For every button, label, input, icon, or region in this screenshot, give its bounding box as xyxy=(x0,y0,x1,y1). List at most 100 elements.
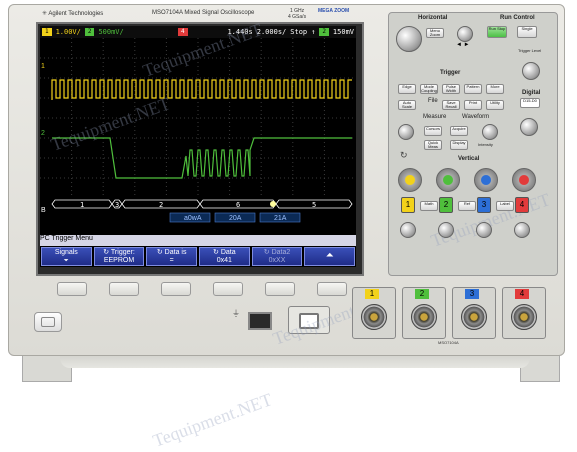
softkey-data[interactable]: ↻ Data 0x41 xyxy=(199,247,250,266)
ch3-bnc-connector[interactable] xyxy=(461,304,487,330)
ch3-button[interactable]: 3 xyxy=(477,197,491,213)
softkey-data2[interactable]: ↻ Data2 0xXX xyxy=(251,247,303,266)
trigger-icon: ↑ xyxy=(311,28,316,36)
ch4-button[interactable]: 4 xyxy=(515,197,529,213)
serial-bus-decode: 1 3 2 6 5 a0wA 20A 21A xyxy=(51,199,353,223)
usb-port[interactable] xyxy=(248,312,272,330)
edge-button[interactable]: Edge xyxy=(398,84,416,94)
softkey-trigger[interactable]: ↻ Trigger: EEPROM xyxy=(93,247,145,266)
ch2-scale-knob[interactable] xyxy=(436,168,460,192)
trigger-channel: 2 xyxy=(319,28,329,36)
run-control-label: Run Control xyxy=(500,15,535,21)
ch3-position-knob[interactable] xyxy=(476,222,492,238)
refresh-icon: ↻ xyxy=(400,150,408,160)
label-button[interactable]: Label xyxy=(496,201,514,211)
ch1-button[interactable]: 1 xyxy=(401,197,415,213)
trigger-level-label: Trigger Level xyxy=(518,48,542,53)
ch4-position-knob[interactable] xyxy=(514,222,530,238)
hw-softkey-6[interactable] xyxy=(317,282,347,296)
ch1-position-knob[interactable] xyxy=(400,222,416,238)
d15-d0-button[interactable]: D15-D0 xyxy=(520,98,540,108)
softkey-menu: Signals ⏷ ↻ Trigger: EEPROM ↻ Data is = ↻ D… xyxy=(40,246,356,267)
file-label: File xyxy=(428,98,438,104)
horizontal-label: Horizontal xyxy=(418,15,448,21)
ch2-bnc-connector[interactable] xyxy=(411,304,437,330)
ch3-scale-knob[interactable] xyxy=(474,168,498,192)
bus-segment-label: 3 xyxy=(115,201,119,209)
print-button[interactable]: Print xyxy=(464,100,482,110)
ch1-trace xyxy=(51,79,352,100)
auto-scale-button[interactable]: Auto Scale xyxy=(398,100,416,110)
digital-label: Digital xyxy=(522,90,541,96)
bus-decode-label: 20A xyxy=(229,215,242,222)
horizontal-position-knob[interactable] xyxy=(457,26,473,42)
single-button[interactable]: Single xyxy=(517,26,537,38)
save-recall-button[interactable]: Save Recall xyxy=(442,100,460,110)
display-button[interactable]: Display xyxy=(450,140,468,150)
bus-segment-label: 5 xyxy=(312,201,316,209)
status-bar: 1 1.00V/ 2 500mV/ 4 1.440s 2.000s/ Stop … xyxy=(40,26,356,38)
more-button[interactable]: More xyxy=(486,84,504,94)
softkey-label: ↻ Data xyxy=(213,249,236,256)
acquire-button[interactable]: Acquire xyxy=(450,126,468,136)
math-button[interactable]: Math xyxy=(420,201,438,211)
cursors-knob[interactable] xyxy=(398,124,414,140)
spec-label: 1 GHz 4 GSa/s xyxy=(288,8,306,20)
ch2-button[interactable]: 2 xyxy=(439,197,453,213)
waveform-label: Waveform xyxy=(462,114,490,120)
softkey-label: ↻ Data2 xyxy=(263,249,291,256)
ch2-ground-marker: 2 xyxy=(41,130,45,137)
softkey-up[interactable]: ⏶ xyxy=(304,247,356,266)
pulse-width-button[interactable]: Pulse Width xyxy=(442,84,460,94)
hw-softkey-4[interactable] xyxy=(213,282,243,296)
ch1-input-label: 1 xyxy=(365,289,379,299)
brand-name: Agilent Technologies xyxy=(48,11,104,17)
ch2-indicator: 2 xyxy=(84,28,95,36)
usb-icon: ⏚ xyxy=(232,309,240,318)
softkey-label: Signals xyxy=(54,249,78,256)
ch4-scale-knob[interactable] xyxy=(512,168,536,192)
softkey-value: 0xXX xyxy=(268,257,286,264)
bus-marker: B xyxy=(41,207,46,214)
up-arrow-icon: ⏶ xyxy=(325,250,334,261)
watermark: Tequipment.NET xyxy=(150,389,275,451)
cursors-button[interactable]: Cursors xyxy=(424,126,442,136)
trigger-label: Trigger xyxy=(440,70,461,76)
power-button[interactable] xyxy=(34,312,62,332)
quick-meas-button[interactable]: Quick Meas xyxy=(424,140,442,150)
ch1-scale-knob[interactable] xyxy=(398,168,422,192)
hw-softkey-5[interactable] xyxy=(265,282,295,296)
softkey-data-is[interactable]: ↻ Data is = xyxy=(146,247,198,266)
ch2-input-label: 2 xyxy=(415,289,429,299)
menu-title: PC Trigger Menu xyxy=(40,235,356,246)
softkey-label: ↻ Trigger: xyxy=(103,249,135,256)
ch4-bnc-connector[interactable] xyxy=(511,304,537,330)
ch1-scale: 1.00V/ xyxy=(55,28,81,36)
bus-decode-label: 21A xyxy=(274,215,287,222)
trigger-level-knob[interactable] xyxy=(522,62,540,80)
softkey-value: 0x41 xyxy=(216,257,232,264)
menu-zoom-button[interactable]: Menu Zoom xyxy=(426,28,444,38)
run-state: Stop xyxy=(290,28,308,36)
hw-softkey-2[interactable] xyxy=(109,282,139,296)
hw-softkey-1[interactable] xyxy=(57,282,87,296)
measure-label: Measure xyxy=(423,114,447,120)
digital-select-knob[interactable] xyxy=(520,118,538,136)
intensity-knob[interactable] xyxy=(482,124,498,140)
ch2-position-knob[interactable] xyxy=(438,222,454,238)
pattern-button[interactable]: Pattern xyxy=(464,84,482,94)
bus-segment-label: 1 xyxy=(80,201,84,209)
ref-button[interactable]: Ref xyxy=(458,201,476,211)
utility-button[interactable]: Utility xyxy=(486,100,504,110)
trigger-level: 150mV xyxy=(332,28,354,36)
softkey-signals[interactable]: Signals ⏷ xyxy=(41,247,92,266)
horizontal-scale-knob[interactable] xyxy=(396,26,422,52)
bus-decode-label: a0wA xyxy=(184,215,202,222)
down-arrow-icon: ⏷ xyxy=(63,258,69,264)
hw-softkey-3[interactable] xyxy=(161,282,191,296)
run-stop-button[interactable]: Run Stop xyxy=(487,26,507,38)
mode-coupling-button[interactable]: Mode Coupling xyxy=(420,84,438,94)
brand-logo: ✳ Agilent Technologies xyxy=(42,10,103,17)
ch1-bnc-connector[interactable] xyxy=(361,304,387,330)
sample-rate: 4 GSa/s xyxy=(288,14,307,20)
